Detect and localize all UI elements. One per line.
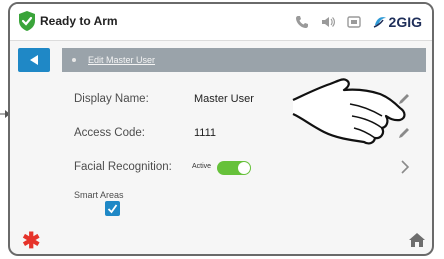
home-icon[interactable] [408,232,426,248]
toggle-knob [238,162,250,174]
smart-areas-label: Smart Areas [74,190,124,200]
display-name-value: Master User [194,93,254,105]
back-button[interactable] [18,48,50,72]
brand-swoosh-icon [373,17,386,28]
hand-pointer-icon [292,78,406,145]
header-dot-icon [72,58,76,62]
facial-recognition-toggle[interactable] [217,161,251,175]
facial-recognition-row[interactable]: Facial Recognition: Active [62,150,426,184]
smart-areas-checkbox[interactable] [105,201,120,216]
back-arrow-icon [30,55,38,65]
shield-check-icon[interactable] [18,10,36,32]
arm-status-text[interactable]: Ready to Arm [40,14,118,28]
status-bar: Ready to Arm 2GIG [10,4,432,41]
page-header: Edit Master User [62,48,426,72]
access-code-label: Access Code: [74,127,145,139]
status-icons: 2GIG [295,11,422,33]
chevron-right-icon[interactable] [400,159,410,175]
display-name-label: Display Name: [74,93,149,105]
brand-logo: 2GIG [373,14,422,30]
brand-text: 2GIG [388,14,422,30]
facial-recognition-label: Facial Recognition: [74,161,172,173]
page-title: Edit Master User [88,55,156,65]
checkmark-icon [107,204,118,214]
phone-icon[interactable] [295,15,309,29]
emergency-button[interactable]: ✱ [22,230,40,252]
access-code-value: 1111 [194,127,217,139]
device-screen: Ready to Arm 2GIG Edit Master User Displ… [8,2,434,256]
facial-recognition-status: Active [192,163,212,170]
speaker-icon[interactable] [321,15,335,29]
camera-icon[interactable] [346,15,361,29]
